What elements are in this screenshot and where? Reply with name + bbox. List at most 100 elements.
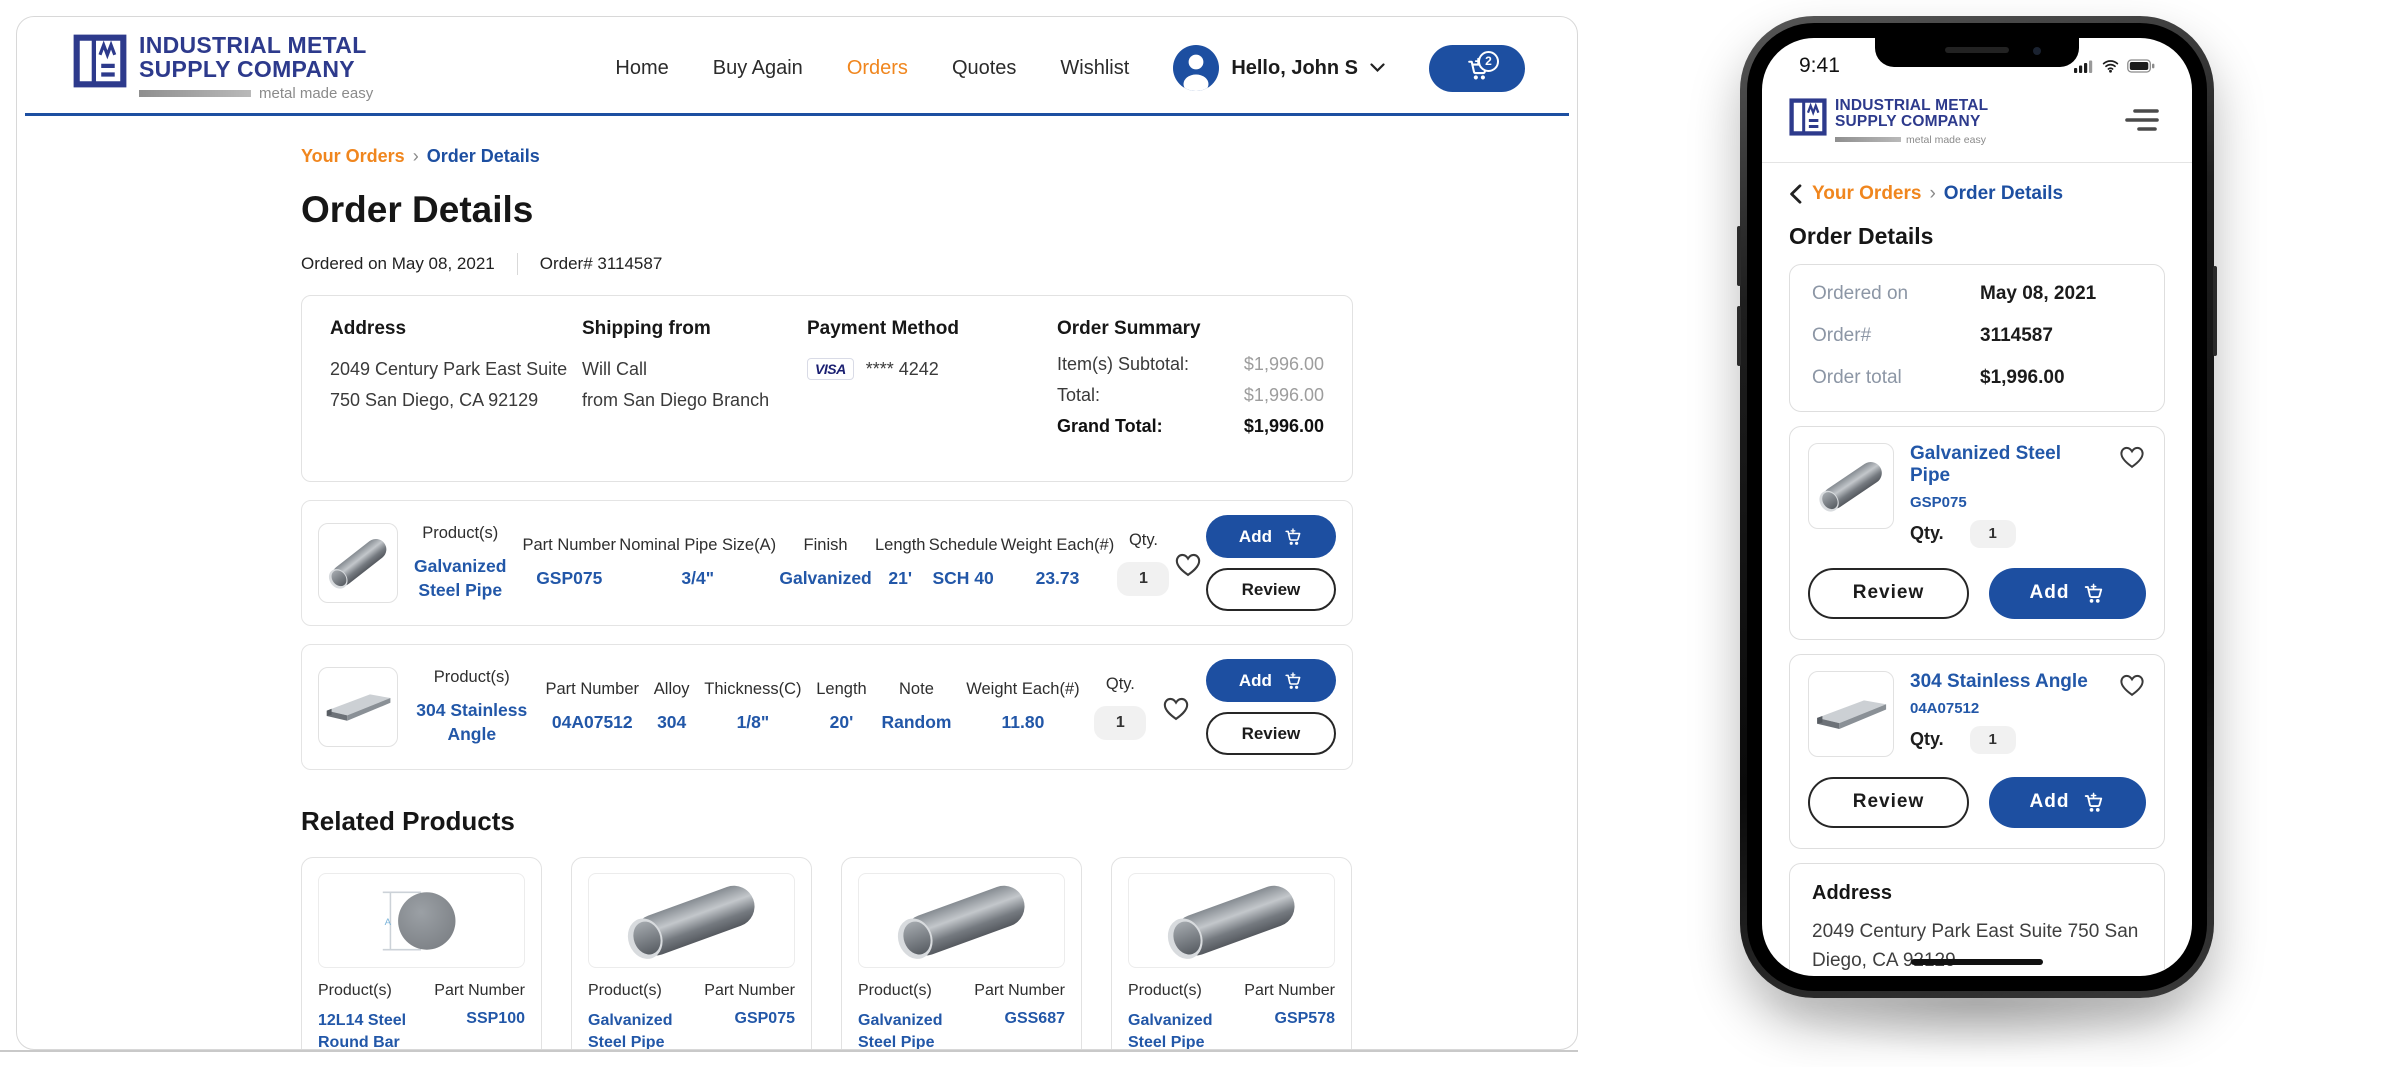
related-product-card: Product(s) Part Number Galvanized Steel …: [571, 857, 812, 1050]
part-number-column-header: Part Number: [704, 982, 795, 1000]
order-number-value: 3114587: [1980, 325, 2053, 347]
angle-image: [1812, 689, 1890, 739]
order-total-label: Order total: [1812, 367, 1980, 389]
add-to-cart-button[interactable]: Add: [1989, 777, 2146, 828]
shipping-section: Shipping from Will Call from San Diego B…: [582, 318, 807, 447]
breadcrumb-order-details[interactable]: Order Details: [427, 146, 540, 167]
spec-label: Alloy: [654, 680, 690, 699]
visa-logo: VISA: [807, 358, 854, 380]
spec-value: 04A07512: [552, 711, 633, 735]
phone-screen: 9:41: [1762, 38, 2192, 976]
products-column-header: Product(s): [1128, 982, 1202, 1000]
shipping-line1: Will Call: [582, 354, 807, 385]
product-thumbnail[interactable]: [318, 523, 398, 603]
logo-mark-icon: [1789, 98, 1827, 136]
product-name-link[interactable]: 12L14 Steel Round Bar: [318, 1010, 440, 1050]
qty-field[interactable]: 1: [1094, 706, 1146, 740]
product-thumbnail[interactable]: [588, 873, 795, 968]
wifi-icon: [2101, 59, 2120, 73]
product-name-link[interactable]: Galvanized Steel Pipe: [1128, 1010, 1250, 1050]
nav-buy-again[interactable]: Buy Again: [713, 57, 803, 80]
qty-label: Qty.: [1129, 531, 1158, 550]
spec-label: Note: [899, 680, 934, 699]
battery-icon: [2127, 59, 2155, 73]
address-title: Address: [1812, 882, 2142, 905]
phone-notch: [1875, 38, 2079, 67]
company-logo[interactable]: INDUSTRIAL METAL SUPPLY COMPANY metal ma…: [1789, 98, 1988, 146]
nav-quotes[interactable]: Quotes: [952, 57, 1016, 80]
product-name-link[interactable]: Galvanized Steel Pipe: [1910, 443, 2102, 487]
page-title: Order Details: [1789, 223, 2165, 250]
hamburger-menu-icon[interactable]: [2117, 103, 2165, 140]
phone-power-button: [2213, 266, 2217, 356]
breadcrumb-order-details[interactable]: Order Details: [1944, 183, 2063, 205]
logo-bar: [1835, 137, 1901, 142]
breadcrumb-your-orders[interactable]: Your Orders: [1812, 183, 1921, 205]
breadcrumb: Your Orders › Order Details: [1789, 183, 2165, 205]
spec-value: 20': [830, 711, 854, 735]
wishlist-heart-icon[interactable]: [2118, 443, 2146, 469]
products-column-header: Product(s): [858, 982, 932, 1000]
summary-grand-total-row: Grand Total: $1,996.00: [1057, 416, 1324, 437]
nav-orders[interactable]: Orders: [847, 57, 908, 80]
review-button[interactable]: Review: [1808, 777, 1969, 828]
wishlist-heart-icon[interactable]: [2118, 671, 2146, 697]
wishlist-heart-icon[interactable]: [1173, 550, 1203, 577]
part-number-value: 04A07512: [1910, 700, 2102, 717]
qty-field[interactable]: 1: [1970, 520, 2016, 548]
add-to-cart-button[interactable]: Add: [1206, 659, 1336, 702]
nav-home[interactable]: Home: [615, 57, 668, 80]
product-thumbnail[interactable]: [1808, 443, 1894, 529]
qty-label: Qty.: [1910, 729, 1944, 750]
review-button[interactable]: Review: [1206, 712, 1336, 755]
review-button[interactable]: Review: [1206, 568, 1336, 611]
product-name-link[interactable]: 304 Stainless Angle: [1910, 671, 2102, 693]
nav-wishlist[interactable]: Wishlist: [1060, 57, 1129, 80]
pipe-image: [1808, 446, 1894, 526]
spec-label: Length: [875, 536, 925, 555]
logo-line2: SUPPLY COMPANY: [139, 58, 373, 82]
products-column-header: Product(s): [434, 668, 510, 687]
page-bottom-divider: [0, 1050, 1578, 1052]
breadcrumb-your-orders[interactable]: Your Orders: [301, 146, 405, 167]
pipe-image: [887, 876, 1037, 966]
product-thumbnail[interactable]: [1808, 671, 1894, 757]
home-indicator[interactable]: [1911, 959, 2043, 965]
product-thumbnail[interactable]: A: [318, 873, 525, 968]
part-number-column-header: Part Number: [434, 982, 525, 1000]
pipe-image: [1157, 876, 1307, 966]
company-logo[interactable]: INDUSTRIAL METAL SUPPLY COMPANY metal ma…: [73, 34, 373, 103]
add-to-cart-button[interactable]: Add: [1206, 515, 1336, 558]
logo-mark-icon: [73, 34, 127, 88]
phone-volume-button: [1737, 226, 1741, 286]
product-thumbnail[interactable]: [1128, 873, 1335, 968]
spec-value: 23.73: [1036, 567, 1080, 591]
desktop-header: INDUSTRIAL METAL SUPPLY COMPANY metal ma…: [17, 17, 1577, 113]
product-name-link[interactable]: Galvanized Steel Pipe: [401, 555, 519, 602]
grand-total-value: $1,996.00: [1244, 416, 1324, 437]
related-products-grid: A Product(s) Part Number 12L14 Steel Rou…: [301, 857, 1353, 1050]
part-number-value: SSP100: [466, 1010, 525, 1050]
angle-image: [322, 684, 394, 730]
cart-button[interactable]: 2: [1429, 45, 1525, 92]
product-thumbnail[interactable]: [318, 667, 398, 747]
greeting-label: Hello, John S: [1231, 57, 1358, 80]
back-chevron-icon[interactable]: [1789, 184, 1802, 204]
card-masked-number: **** 4242: [866, 354, 939, 385]
account-menu[interactable]: Hello, John S: [1173, 45, 1385, 91]
chevron-down-icon: [1370, 63, 1385, 73]
products-column-header: Product(s): [422, 524, 498, 543]
review-button[interactable]: Review: [1808, 568, 1969, 619]
product-name-link[interactable]: 304 Stainless Angle: [413, 699, 531, 746]
round-bar-image: A: [347, 877, 497, 965]
spec-label: Weight Each(#): [966, 680, 1079, 699]
qty-field[interactable]: 1: [1970, 726, 2016, 754]
add-label: Add: [1239, 527, 1272, 547]
part-number-value: GSS687: [1005, 1010, 1065, 1050]
product-name-link[interactable]: Galvanized Steel Pipe: [858, 1010, 980, 1050]
add-to-cart-button[interactable]: Add: [1989, 568, 2146, 619]
product-name-link[interactable]: Galvanized Steel Pipe: [588, 1010, 710, 1050]
product-thumbnail[interactable]: [858, 873, 1065, 968]
wishlist-heart-icon[interactable]: [1161, 694, 1191, 721]
qty-field[interactable]: 1: [1117, 562, 1169, 596]
